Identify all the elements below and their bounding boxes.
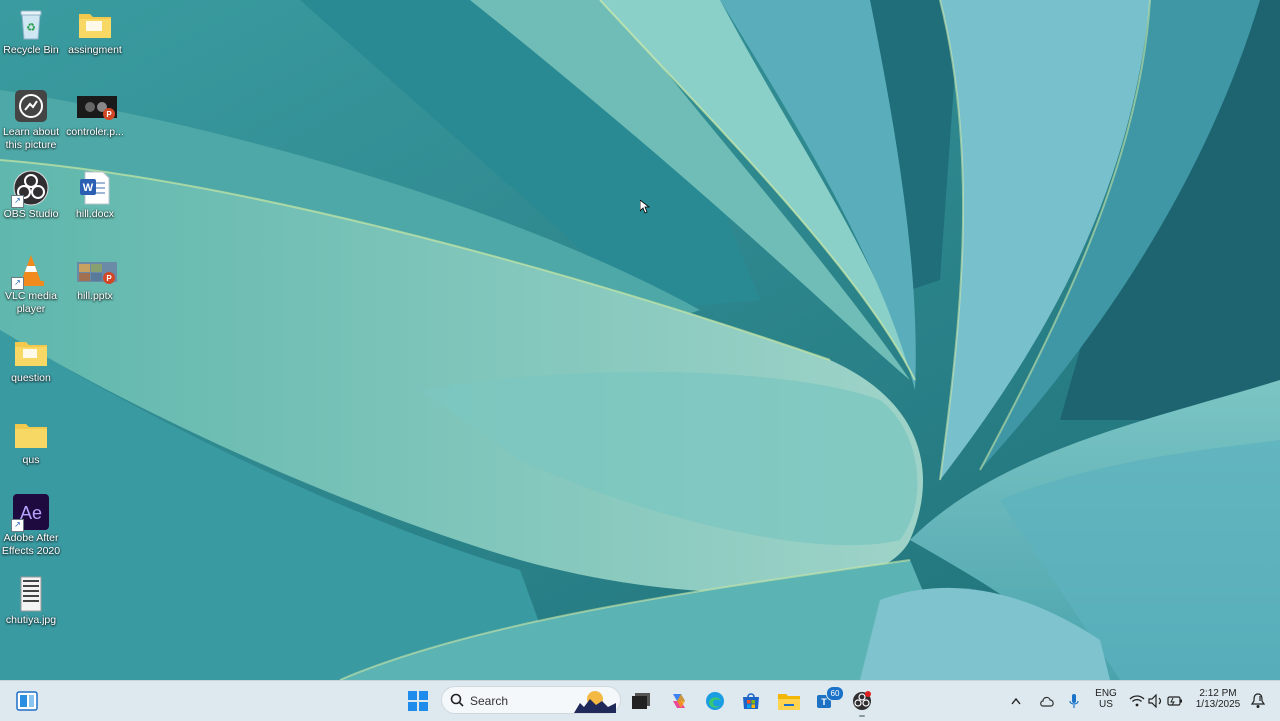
word-document-icon: W <box>77 170 113 206</box>
desktop-icon-label: hill.pptx <box>77 290 113 302</box>
taskbar: Search T 60 ENG US 2:12 PM 1/13/2025 <box>0 680 1280 721</box>
clock-time: 2:12 PM <box>1199 688 1237 699</box>
shortcut-arrow-icon: ↗ <box>11 277 24 290</box>
desktop-icon-after-effects[interactable]: Ae ↗ Adobe After Effects 2020 <box>0 488 62 558</box>
taskbar-search-box[interactable]: Search <box>441 686 621 714</box>
file-explorer-button[interactable] <box>773 685 805 717</box>
clock[interactable]: 2:12 PM 1/13/2025 <box>1192 688 1244 710</box>
edge-button[interactable] <box>699 685 731 717</box>
notification-badge: 60 <box>826 686 844 701</box>
svg-text:P: P <box>106 110 112 119</box>
powerpoint-thumbnail-icon: P <box>77 252 117 288</box>
desktop-icon-label: chutiya.jpg <box>5 614 57 626</box>
mouse-cursor-icon <box>640 200 650 214</box>
widgets-icon <box>16 691 38 711</box>
store-button[interactable] <box>735 685 767 717</box>
notifications-button[interactable] <box>1246 685 1270 717</box>
desktop-icon-vlc[interactable]: ↗ VLC media player <box>0 246 62 316</box>
obs-studio-icon: ↗ <box>11 170 49 208</box>
desktop-icon-label: assingment <box>68 44 122 56</box>
store-icon <box>743 693 759 709</box>
keyboard-region: US <box>1099 699 1113 710</box>
wifi-icon <box>1129 695 1145 707</box>
file-explorer-icon <box>778 694 800 710</box>
vlc-cone-icon: ↗ <box>11 252 49 290</box>
svg-text:P: P <box>106 274 112 283</box>
folder-icon <box>77 6 113 42</box>
desktop-icon-assingment[interactable]: assingment <box>64 0 126 57</box>
search-icon <box>450 693 464 707</box>
desktop-icon-label: OBS Studio <box>3 208 59 220</box>
desktop-icon-hill-docx[interactable]: W hill.docx <box>64 164 126 221</box>
volume-icon <box>1148 694 1162 708</box>
quick-settings-button[interactable] <box>1126 685 1186 717</box>
desktop-icon-learn-about-picture[interactable]: Learn about this picture <box>0 82 62 152</box>
after-effects-icon: Ae ↗ <box>11 494 49 532</box>
running-indicator <box>859 715 865 717</box>
copilot-icon <box>673 694 685 708</box>
folder-icon <box>13 416 49 452</box>
desktop-icon-label: question <box>11 372 51 384</box>
chevron-up-icon <box>1011 697 1021 705</box>
desktop-icon-label: Learn about this picture <box>2 126 60 151</box>
desktop-icon-label: controler.p... <box>66 126 124 138</box>
copilot-button[interactable] <box>663 685 695 717</box>
microphone-button[interactable] <box>1061 685 1087 717</box>
desktop-icon-label: Adobe After Effects 2020 <box>1 532 61 557</box>
start-button[interactable] <box>402 685 434 717</box>
shortcut-arrow-icon: ↗ <box>11 519 24 532</box>
language-indicator[interactable]: ENG US <box>1092 688 1120 710</box>
svg-text:T: T <box>821 697 827 707</box>
edge-icon <box>706 692 724 710</box>
desktop-icon-question[interactable]: question <box>0 328 62 385</box>
cloud-icon <box>1040 696 1054 707</box>
task-view-button[interactable] <box>625 685 657 717</box>
bell-icon <box>1251 693 1265 708</box>
desktop-icon-label: VLC media player <box>5 290 57 315</box>
powerpoint-thumbnail-icon: P <box>77 88 117 124</box>
desktop-icon-label: Recycle Bin <box>3 44 59 56</box>
desktop-icon-label: hill.docx <box>76 208 114 220</box>
desktop-icon-hill-pptx[interactable]: P hill.pptx <box>64 246 126 303</box>
search-placeholder: Search <box>470 694 509 708</box>
onedrive-button[interactable] <box>1034 685 1060 717</box>
battery-icon <box>1167 696 1182 706</box>
desktop-icon-chutiya-jpg[interactable]: chutiya.jpg <box>0 570 62 627</box>
desktop-icon-controler-pptx[interactable]: P controler.p... <box>64 82 126 139</box>
windows-start-icon <box>408 691 428 711</box>
shortcut-arrow-icon: ↗ <box>11 195 24 208</box>
desktop-icon-label: qus <box>22 454 40 466</box>
svg-text:W: W <box>83 182 94 194</box>
image-file-icon <box>13 576 49 612</box>
task-view-icon <box>632 693 650 709</box>
camera-info-icon <box>13 88 49 124</box>
teams-button[interactable]: T 60 <box>810 685 844 717</box>
microphone-icon <box>1069 694 1079 708</box>
search-highlight-art-icon <box>574 691 616 713</box>
obs-taskbar-button[interactable] <box>846 685 878 717</box>
widgets-button[interactable] <box>11 685 43 717</box>
desktop-wallpaper <box>0 0 1280 680</box>
obs-icon <box>853 691 871 710</box>
desktop-icon-obs-studio[interactable]: ↗ OBS Studio <box>0 164 62 221</box>
folder-icon <box>13 334 49 370</box>
desktop-icon-qus[interactable]: qus <box>0 410 62 467</box>
clock-date: 1/13/2025 <box>1195 699 1241 710</box>
language-code: ENG <box>1095 688 1117 699</box>
recycle-bin-icon: ♻ <box>13 6 49 42</box>
svg-text:♻: ♻ <box>26 22 36 34</box>
desktop-icon-recycle-bin[interactable]: ♻ Recycle Bin <box>0 0 62 57</box>
show-hidden-icons-button[interactable] <box>1004 685 1028 717</box>
